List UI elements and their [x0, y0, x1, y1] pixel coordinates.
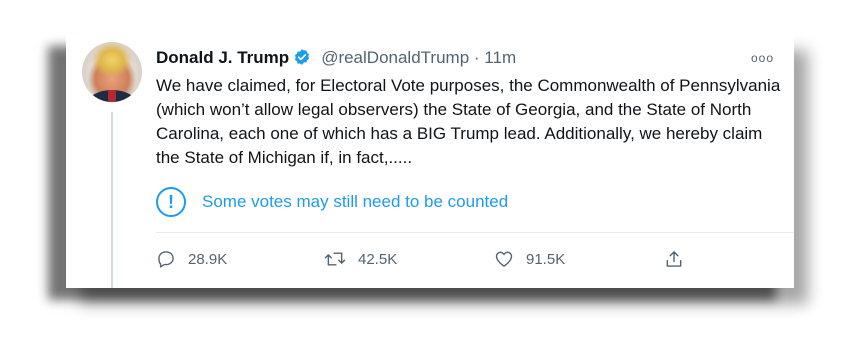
- retweet-count: 42.5K: [358, 250, 398, 268]
- more-options-icon[interactable]: ooo: [751, 46, 774, 70]
- author-name[interactable]: Donald J. Trump: [156, 48, 289, 67]
- retweet-icon: [324, 252, 346, 266]
- divider: [156, 232, 794, 233]
- heart-icon: [495, 251, 513, 267]
- like-button[interactable]: 91.5K: [494, 248, 565, 270]
- thread-line: [111, 112, 113, 288]
- like-count: 91.5K: [526, 250, 566, 268]
- tweet-card[interactable]: Donald J. Trump @realDonaldTrump · 11m oo…: [66, 34, 794, 288]
- reply-count: 28.9K: [188, 250, 228, 268]
- author-handle[interactable]: @realDonaldTrump: [321, 48, 469, 67]
- header-separator: ·: [473, 48, 480, 67]
- avatar[interactable]: [82, 42, 142, 102]
- tweet-actions: 28.9K 42.5K 91.5K: [156, 248, 686, 270]
- tweet-timestamp[interactable]: 11m: [484, 48, 516, 67]
- votes-notice-text[interactable]: Some votes may still need to be counted: [202, 192, 508, 212]
- share-button[interactable]: [664, 248, 696, 270]
- votes-notice[interactable]: ! Some votes may still need to be counte…: [156, 184, 508, 220]
- tweet-text: We have claimed, for Electoral Vote purp…: [156, 76, 781, 167]
- tweet-header: Donald J. Trump @realDonaldTrump · 11m oo…: [156, 46, 774, 70]
- reply-button[interactable]: 28.9K: [156, 248, 227, 270]
- share-icon: [666, 251, 682, 267]
- avatar-tie: [108, 90, 116, 102]
- reply-icon: [158, 251, 174, 268]
- retweet-button[interactable]: 42.5K: [324, 248, 397, 270]
- exclamation-circle-icon: !: [156, 187, 186, 217]
- exclamation-symbol: !: [168, 191, 174, 212]
- verified-badge-icon: [293, 48, 311, 73]
